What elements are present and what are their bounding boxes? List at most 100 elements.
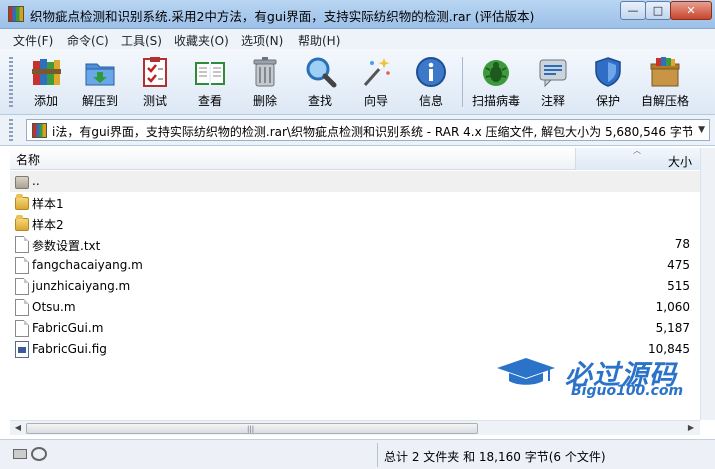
shield-icon	[595, 57, 621, 87]
status-divider	[377, 443, 378, 467]
file-name: fangchacaiyang.m	[32, 258, 143, 272]
file-name: 参数设置.txt	[32, 239, 101, 253]
file-size: 1,060	[655, 300, 690, 314]
list-item[interactable]: 样本2	[10, 213, 700, 234]
box-icon	[650, 57, 680, 87]
find-button[interactable]: 查找	[293, 53, 347, 113]
comment-label: 注释	[540, 94, 565, 108]
comment-button[interactable]: 注释	[526, 53, 580, 113]
thumb-grip-icon: |||	[247, 425, 255, 433]
file-size: 78	[674, 237, 690, 251]
menu-bar: 文件(F) 命令(C) 工具(S) 收藏夹(O) 选项(N) 帮助(H)	[0, 29, 715, 49]
address-combobox[interactable]: i法，有gui界面，支持实际纺织物的检测.rar\织物疵点检测和识别系统 - R…	[26, 119, 710, 141]
info-icon	[416, 57, 446, 87]
file-size: 5,187	[655, 321, 690, 335]
info-button[interactable]: 信息	[404, 53, 458, 113]
file-name: FabricGui.m	[32, 321, 104, 335]
protect-label: 保护	[595, 94, 620, 108]
toolbar: 添加 解压到 测试 查看 删除 查找 向导 信息 扫描病毒 注释 保护 自解压格	[0, 49, 715, 115]
scroll-right-icon[interactable]: ▶	[684, 421, 698, 435]
file-name: 样本2	[32, 218, 64, 232]
book-icon	[195, 62, 225, 85]
file-name: FabricGui.fig	[32, 342, 107, 356]
horizontal-scroll-thumb[interactable]: |||	[26, 423, 478, 434]
test-label: 测试	[142, 94, 167, 108]
address-text: i法，有gui界面，支持实际纺织物的检测.rar\织物疵点检测和识别系统 - R…	[52, 125, 692, 139]
toolbar-separator	[462, 57, 463, 107]
menu-help[interactable]: 帮助(H)	[298, 32, 340, 49]
horizontal-scrollbar[interactable]: ◀ ||| ▶	[10, 420, 700, 435]
sfx-label: 自解压格	[640, 94, 689, 108]
window-title: 织物疵点检测和识别系统.采用2中方法，有gui界面，支持实际纺织物的检测.rar…	[30, 9, 535, 24]
menu-file[interactable]: 文件(F)	[13, 32, 53, 49]
info-label: 信息	[418, 94, 443, 108]
comment-icon	[539, 59, 567, 88]
list-item[interactable]: 样本1	[10, 192, 700, 213]
m-file-icon	[15, 320, 29, 337]
drive-icon[interactable]	[13, 449, 27, 459]
dropdown-arrow-icon[interactable]: ▼	[698, 125, 705, 135]
books-icon	[32, 59, 61, 85]
text-file-icon	[15, 236, 29, 253]
title-bar: 织物疵点检测和识别系统.采用2中方法，有gui界面，支持实际纺织物的检测.rar…	[0, 0, 715, 29]
checklist-icon	[143, 57, 167, 87]
extract-button[interactable]: 解压到	[73, 53, 127, 113]
file-name: Otsu.m	[32, 300, 76, 314]
menu-commands[interactable]: 命令(C)	[67, 32, 109, 49]
menu-tools[interactable]: 工具(S)	[121, 32, 162, 49]
wizard-button[interactable]: 向导	[349, 53, 403, 113]
close-button[interactable]: ✕	[670, 1, 712, 20]
toolbar-grip[interactable]	[9, 57, 13, 107]
magnifier-icon	[306, 57, 337, 88]
delete-label: 删除	[252, 94, 277, 108]
list-item[interactable]: 参数设置.txt 78	[10, 234, 700, 255]
wand-icon	[363, 58, 390, 86]
protect-button[interactable]: 保护	[581, 53, 635, 113]
status-summary: 总计 2 文件夹 和 18,160 字节(6 个文件)	[384, 450, 606, 464]
file-size: 475	[667, 258, 690, 272]
delete-button[interactable]: 删除	[238, 53, 292, 113]
file-name: junzhicaiyang.m	[32, 279, 131, 293]
file-name: 样本1	[32, 197, 64, 211]
column-size[interactable]: ︿ 大小	[575, 146, 700, 170]
vertical-scrollbar[interactable]	[700, 148, 715, 420]
status-bar: 总计 2 文件夹 和 18,160 字节(6 个文件)	[0, 439, 715, 469]
list-item[interactable]: junzhicaiyang.m 515	[10, 276, 700, 297]
m-file-icon	[15, 257, 29, 274]
find-label: 查找	[307, 94, 332, 108]
menu-favorites[interactable]: 收藏夹(O)	[174, 32, 229, 49]
test-button[interactable]: 测试	[128, 53, 182, 113]
sort-ascending-icon: ︿	[633, 146, 641, 155]
extract-label: 解压到	[81, 94, 118, 108]
add-label: 添加	[33, 94, 58, 108]
watermark-logo: 必过源码 Biguo100.com	[493, 350, 703, 405]
menu-options[interactable]: 选项(N)	[241, 32, 283, 49]
watermark-url: Biguo100.com	[571, 383, 684, 399]
list-item-parent[interactable]: ..	[10, 171, 700, 192]
wizard-label: 向导	[363, 94, 388, 108]
list-item[interactable]: fangchacaiyang.m 475	[10, 255, 700, 276]
list-item[interactable]: FabricGui.m 5,187	[10, 318, 700, 339]
key-icon[interactable]	[31, 447, 47, 461]
view-button[interactable]: 查看	[183, 53, 237, 113]
column-size-label: 大小	[667, 155, 692, 169]
column-name[interactable]: 名称	[16, 151, 40, 168]
address-bar: i法，有gui界面，支持实际纺织物的检测.rar\织物疵点检测和识别系统 - R…	[0, 115, 715, 146]
minimize-button[interactable]: —	[620, 1, 646, 20]
folder-icon	[15, 215, 29, 231]
trash-icon	[253, 57, 277, 87]
folder-icon	[85, 63, 115, 86]
scroll-left-icon[interactable]: ◀	[11, 421, 25, 435]
archive-icon	[32, 123, 47, 138]
folder-icon	[15, 194, 29, 210]
fig-file-icon	[15, 341, 29, 358]
winrar-icon	[8, 6, 24, 22]
parent-folder-icon	[15, 176, 29, 189]
address-grip[interactable]	[9, 119, 13, 141]
scan-virus-button[interactable]: 扫描病毒	[469, 53, 523, 113]
add-button[interactable]: 添加	[19, 53, 73, 113]
view-label: 查看	[197, 94, 222, 108]
maximize-button[interactable]: □	[645, 1, 671, 20]
sfx-button[interactable]: 自解压格	[638, 53, 692, 113]
list-item[interactable]: Otsu.m 1,060	[10, 297, 700, 318]
